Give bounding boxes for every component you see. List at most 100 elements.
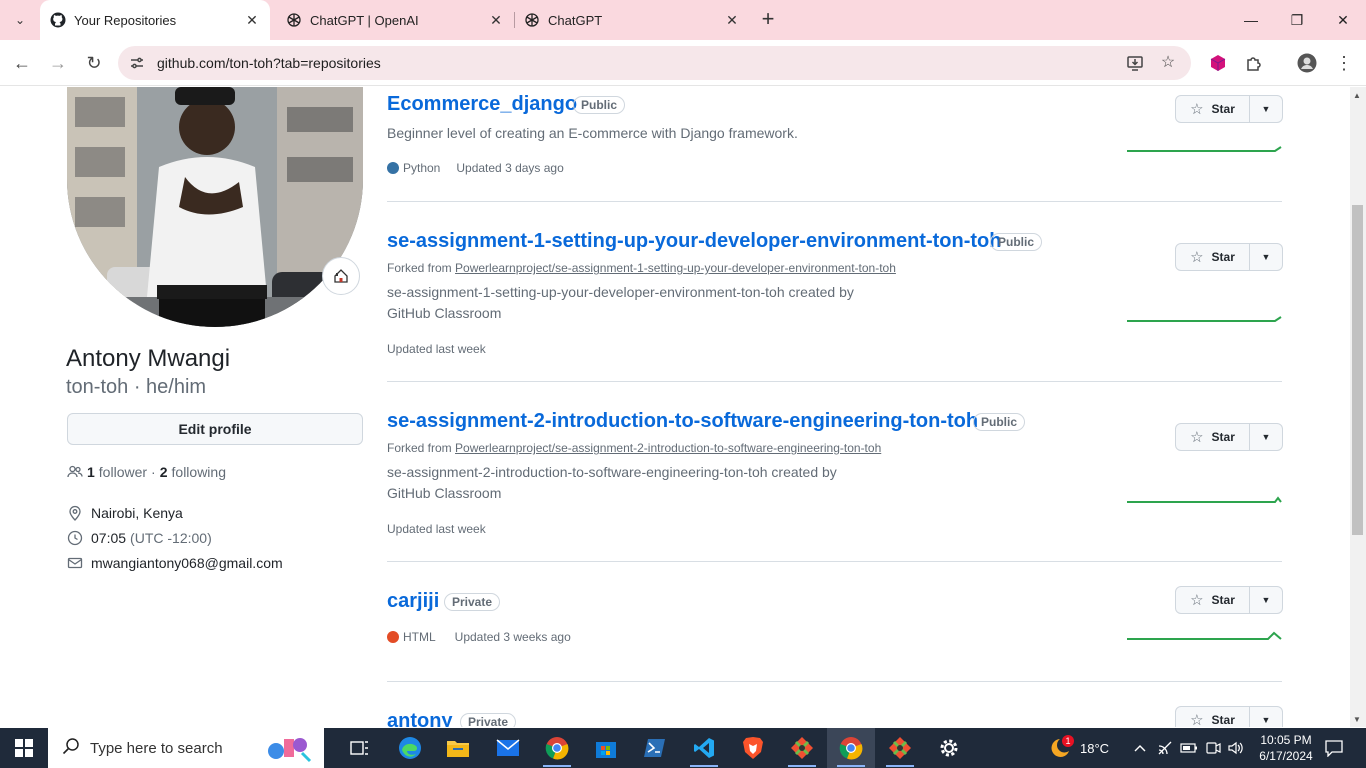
- browser-tab-bar: ⌄ Your Repositories ✕ ChatGPT | OpenAI ✕…: [0, 0, 1366, 40]
- network-wifi-icon[interactable]: [1157, 728, 1175, 768]
- bookmark-star-icon[interactable]: ☆: [1159, 54, 1177, 72]
- profile-login-pronouns: ton-toh · he/him: [66, 376, 207, 398]
- followers-following: 1 follower · 2 following: [67, 464, 226, 480]
- close-tab-icon[interactable]: ✕: [244, 12, 260, 29]
- repo-name-link[interactable]: se-assignment-1-setting-up-your-develope…: [387, 230, 1001, 253]
- tray-overflow-chevron-icon[interactable]: [1133, 728, 1147, 768]
- close-tab-icon[interactable]: ✕: [724, 12, 740, 29]
- star-list-dropdown-chevron-icon[interactable]: ▼: [1250, 586, 1283, 614]
- repo-item: se-assignment-2-introduction-to-software…: [387, 382, 1283, 562]
- star-label: Star: [1211, 593, 1235, 607]
- star-list-dropdown-chevron-icon[interactable]: ▼: [1250, 423, 1283, 451]
- repo-name-link[interactable]: se-assignment-2-introduction-to-software…: [387, 410, 978, 433]
- page-scrollbar[interactable]: ▲ ▼: [1350, 87, 1366, 727]
- taskbar-search-box[interactable]: Type here to search: [48, 728, 324, 768]
- star-list-dropdown-chevron-icon[interactable]: ▼: [1250, 706, 1283, 727]
- star-button[interactable]: ☆ Star: [1175, 423, 1250, 451]
- microsoft-store-icon[interactable]: [582, 728, 630, 768]
- browser-menu-kebab-icon[interactable]: ⋮: [1334, 53, 1354, 73]
- chrome-icon[interactable]: [533, 728, 581, 768]
- settings-gear-icon[interactable]: [925, 728, 973, 768]
- powershell-icon[interactable]: [631, 728, 679, 768]
- task-view-icon[interactable]: [336, 728, 384, 768]
- followers-count[interactable]: 1: [87, 464, 95, 480]
- profile-email: mwangiantony068@gmail.com: [67, 555, 283, 571]
- repo-item: carjiji Private HTML Updated 3 weeks ago…: [387, 562, 1283, 682]
- repo-name-link[interactable]: Ecommerce_django: [387, 93, 577, 116]
- visibility-badge: Public: [973, 413, 1026, 431]
- forward-arrow-icon[interactable]: →: [46, 51, 70, 75]
- windows-start-icon[interactable]: [0, 728, 48, 768]
- tab-chatgpt-openai[interactable]: ChatGPT | OpenAI ✕: [276, 0, 515, 40]
- extensions-puzzle-icon[interactable]: [1244, 53, 1264, 73]
- local-time-text: 07:05: [91, 530, 127, 546]
- profile-avatar-icon[interactable]: [1297, 53, 1317, 73]
- close-tab-icon[interactable]: ✕: [488, 12, 504, 29]
- people-icon: [67, 464, 83, 480]
- vscode-icon[interactable]: [680, 728, 728, 768]
- star-icon: ☆: [1190, 592, 1204, 609]
- chrome-active-icon[interactable]: [827, 728, 875, 768]
- timezone-text: (UTC -12:00): [130, 530, 212, 546]
- close-window-icon[interactable]: ✕: [1320, 0, 1366, 40]
- forked-from-link[interactable]: Powerlearnproject/se-assignment-1-settin…: [455, 261, 896, 275]
- new-tab-plus-icon[interactable]: +: [756, 8, 780, 32]
- visibility-badge: Private: [460, 713, 517, 727]
- search-placeholder: Type here to search: [90, 739, 223, 757]
- extension-cube-icon[interactable]: [1208, 53, 1228, 73]
- tab-chatgpt[interactable]: ChatGPT ✕: [514, 0, 750, 40]
- following-count[interactable]: 2: [160, 464, 168, 480]
- github-icon: [50, 12, 66, 28]
- install-app-icon[interactable]: [1126, 54, 1144, 72]
- notification-center-icon[interactable]: [1324, 728, 1344, 768]
- star-button[interactable]: ☆ Star: [1175, 586, 1250, 614]
- git-gui-icon[interactable]: [778, 728, 826, 768]
- minimize-icon[interactable]: —: [1228, 0, 1274, 40]
- star-list-dropdown-chevron-icon[interactable]: ▼: [1250, 95, 1283, 123]
- edge-browser-icon[interactable]: [386, 728, 434, 768]
- email-link[interactable]: mwangiantony068@gmail.com: [91, 555, 283, 571]
- tab-title: ChatGPT: [548, 12, 603, 28]
- set-status-home-icon[interactable]: [322, 257, 360, 295]
- reload-icon[interactable]: ↻: [82, 51, 106, 75]
- back-arrow-icon[interactable]: ←: [10, 51, 34, 75]
- profile-local-time: 07:05 (UTC -12:00): [67, 530, 212, 546]
- scrollbar-thumb[interactable]: [1352, 205, 1363, 535]
- restore-icon[interactable]: ❐: [1274, 0, 1320, 40]
- repo-name-link[interactable]: carjiji: [387, 590, 439, 613]
- meet-now-icon[interactable]: [1205, 728, 1221, 768]
- site-info-icon[interactable]: [128, 54, 146, 72]
- language-color-dot: [387, 162, 399, 174]
- star-list-dropdown-chevron-icon[interactable]: ▼: [1250, 243, 1283, 271]
- profile-avatar[interactable]: [67, 87, 363, 327]
- scroll-up-arrow-icon[interactable]: ▲: [1353, 91, 1361, 100]
- star-button[interactable]: ☆ Star: [1175, 95, 1250, 123]
- followers-link[interactable]: follower: [99, 464, 147, 480]
- tab-search-chevron-icon[interactable]: ⌄: [6, 6, 34, 34]
- star-button[interactable]: ☆ Star: [1175, 243, 1250, 271]
- star-button-group: ☆ Star ▼: [1175, 706, 1283, 727]
- url-text[interactable]: github.com/ton-toh?tab=repositories: [157, 55, 381, 71]
- forked-from-link[interactable]: Powerlearnproject/se-assignment-2-introd…: [455, 441, 881, 455]
- file-explorer-icon[interactable]: [434, 728, 482, 768]
- tab-your-repositories[interactable]: Your Repositories ✕: [40, 0, 270, 40]
- weather-badge: 1: [1062, 735, 1074, 747]
- repo-description-line2: GitHub Classroom: [387, 485, 502, 501]
- battery-icon[interactable]: [1180, 728, 1198, 768]
- star-icon: ☆: [1190, 249, 1204, 266]
- mail-app-icon[interactable]: [484, 728, 532, 768]
- repo-name-link[interactable]: antony: [387, 710, 453, 727]
- taskbar-clock[interactable]: 10:05 PM 6/17/2024: [1254, 732, 1318, 764]
- following-link[interactable]: following: [172, 464, 226, 480]
- volume-speaker-icon[interactable]: [1227, 728, 1245, 768]
- edit-profile-button[interactable]: Edit profile: [67, 413, 363, 445]
- scroll-down-arrow-icon[interactable]: ▼: [1353, 715, 1361, 724]
- git-gui-second-icon[interactable]: [876, 728, 924, 768]
- search-highlights-icon[interactable]: [266, 733, 314, 768]
- profile-location: Nairobi, Kenya: [67, 505, 183, 521]
- weather-widget[interactable]: 1 18°C: [1046, 728, 1109, 768]
- brave-browser-icon[interactable]: [729, 728, 777, 768]
- visibility-badge: Public: [573, 96, 626, 114]
- star-button[interactable]: ☆ Star: [1175, 706, 1250, 727]
- address-bar[interactable]: github.com/ton-toh?tab=repositories ☆: [118, 46, 1191, 80]
